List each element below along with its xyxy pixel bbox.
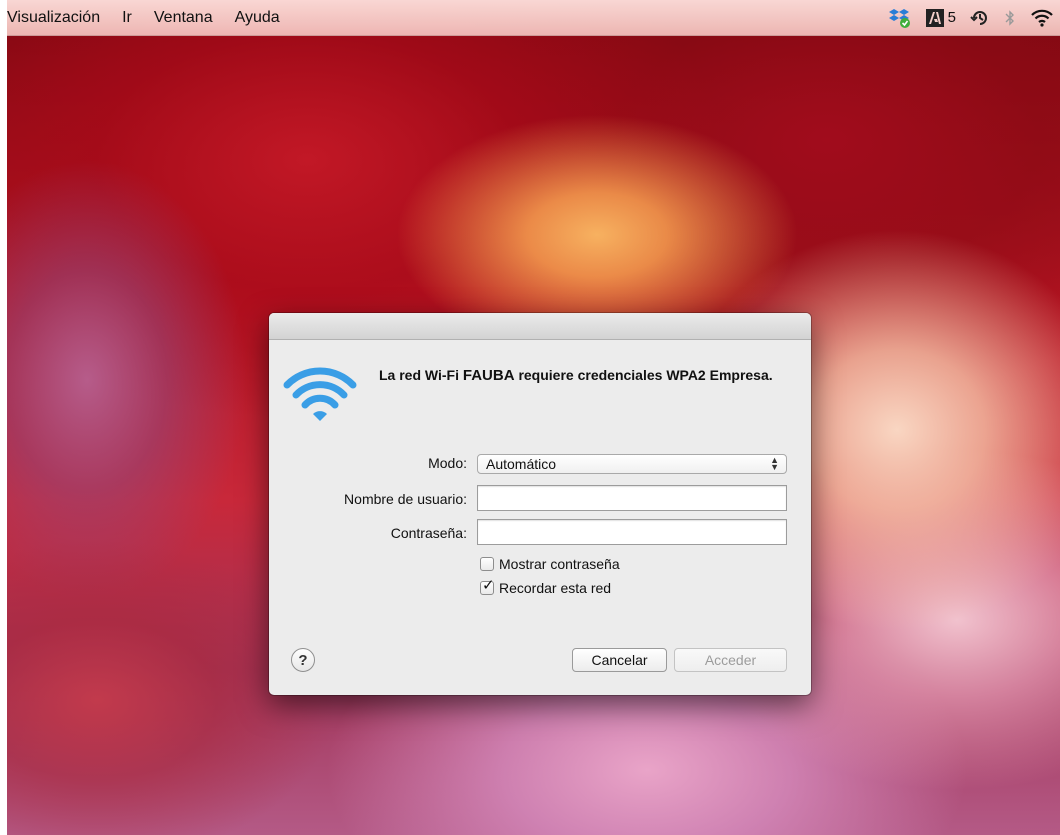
mode-select[interactable]: Automático ▲ ▼ [477,454,787,474]
menu-ayuda[interactable]: Ayuda [224,0,291,36]
mode-select-value: Automático [486,456,557,472]
username-input[interactable] [477,485,787,511]
password-input[interactable] [477,519,787,545]
help-button[interactable]: ? [291,648,315,672]
remember-network-option[interactable]: ✓ Recordar esta red [480,577,612,596]
select-arrows-icon: ▲ ▼ [770,455,779,472]
bluetooth-icon[interactable] [1004,7,1016,29]
dialog-titlebar[interactable] [269,313,811,340]
message-suffix: requiere credenciales WPA2 Empresa. [514,367,773,383]
adobe-update-count: 5 [947,9,956,26]
show-password-checkbox[interactable] [480,557,494,571]
message-prefix: La red Wi-Fi [379,367,463,383]
wifi-icon [283,367,357,428]
show-password-option[interactable]: Mostrar contraseña [480,556,620,572]
time-machine-icon[interactable] [970,7,990,29]
dropbox-sync-icon[interactable] [886,7,912,29]
menu-visualizacion[interactable]: Visualización [7,0,111,36]
status-menu-area: 5 [886,0,1060,35]
mode-label: Modo: [428,455,467,471]
adobe-status[interactable]: 5 [925,7,956,29]
menu-ventana[interactable]: Ventana [143,0,224,36]
menu-bar: Visualización Ir Ventana Ayuda 5 [7,0,1060,36]
wifi-credentials-dialog: La red Wi-Fi FAUBA requiere credenciales… [269,313,811,695]
username-label: Nombre de usuario: [344,491,467,507]
checkmark-icon: ✓ [482,577,495,594]
dialog-message: La red Wi-Fi FAUBA requiere credenciales… [379,365,799,386]
password-label: Contraseña: [390,525,467,541]
menu-ir[interactable]: Ir [111,0,143,36]
menu-items: Visualización Ir Ventana Ayuda [7,0,291,35]
show-password-label: Mostrar contraseña [499,556,620,572]
adobe-icon [925,8,944,27]
remember-network-checkbox[interactable]: ✓ [480,577,495,595]
wifi-status-icon[interactable] [1030,7,1054,29]
network-name: FAUBA [462,367,515,384]
cancel-button[interactable]: Cancelar [572,648,667,672]
join-button[interactable]: Acceder [674,648,787,672]
remember-network-label: Recordar esta red [499,580,612,596]
